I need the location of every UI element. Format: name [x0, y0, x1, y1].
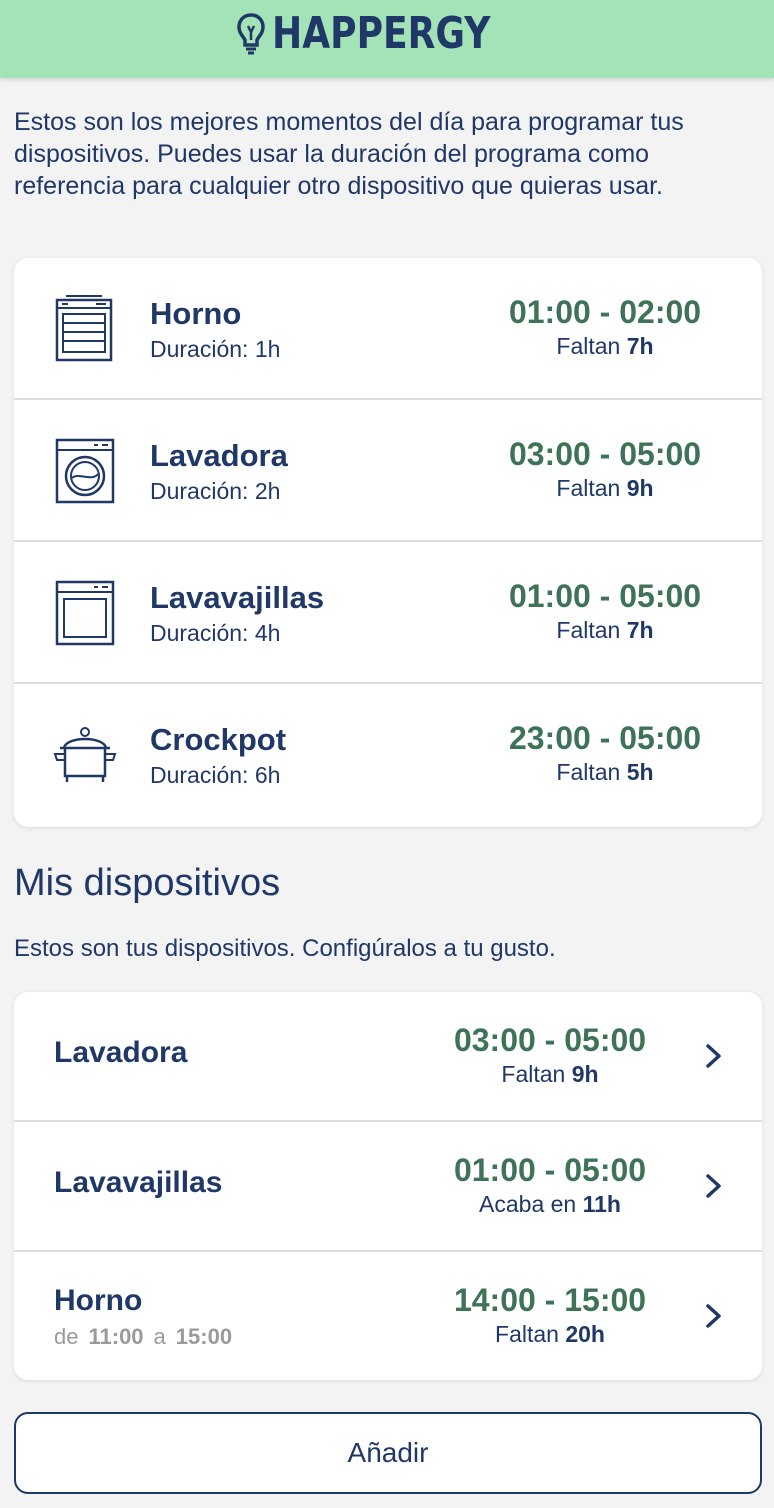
recommendation-row: Crockpot Duración: 6h 23:00 - 05:00 Falt… — [14, 684, 762, 826]
device-name: Lavavajillas — [54, 1166, 223, 1199]
time-range: 14:00 - 15:00 — [453, 1282, 647, 1318]
device-row[interactable]: Lavadora 03:00 - 05:00 Faltan 9h — [14, 992, 762, 1122]
time-range: 23:00 - 05:00 — [508, 720, 702, 756]
oven-icon — [55, 295, 113, 362]
recommendation-row: Lavadora Duración: 2h 03:00 - 05:00 Falt… — [14, 400, 762, 542]
time-slot: 23:00 - 05:00 Faltan 5h — [485, 720, 725, 786]
time-remaining: Faltan 7h — [556, 617, 654, 643]
time-remaining: Faltan 7h — [556, 333, 654, 359]
recommendations-card: Horno Duración: 1h 01:00 - 02:00 Faltan … — [14, 258, 762, 827]
device-row[interactable]: Lavavajillas 01:00 - 05:00 Acaba en 11h — [14, 1122, 762, 1252]
time-slot: 01:00 - 05:00 Acaba en 11h — [430, 1152, 670, 1218]
app-logo: HAPPERGY — [236, 12, 538, 56]
time-range: 01:00 - 05:00 — [508, 578, 702, 614]
time-range: 01:00 - 05:00 — [453, 1152, 647, 1188]
chevron-right-icon[interactable] — [702, 1300, 726, 1332]
device-duration: Duración: 2h — [150, 478, 281, 504]
recommendation-row: Horno Duración: 1h 01:00 - 02:00 Faltan … — [14, 258, 762, 400]
time-slot: 03:00 - 05:00 Faltan 9h — [430, 1022, 670, 1088]
time-remaining: Faltan 9h — [501, 1061, 599, 1087]
chevron-right-icon[interactable] — [702, 1040, 726, 1072]
time-slot: 01:00 - 05:00 Faltan 7h — [485, 578, 725, 644]
section-title: Mis dispositivos — [14, 862, 281, 904]
time-slot: 01:00 - 02:00 Faltan 7h — [485, 294, 725, 360]
device-duration: Duración: 4h — [150, 620, 281, 646]
dishwasher-icon — [55, 580, 115, 646]
time-range: 03:00 - 05:00 — [508, 436, 702, 472]
section-subtitle: Estos son tus dispositivos. Configúralos… — [14, 935, 556, 962]
app-header: HAPPERGY — [0, 0, 774, 78]
device-name: Horno — [54, 1284, 143, 1317]
device-name: Lavadora — [150, 438, 288, 473]
time-slot: 14:00 - 15:00 Faltan 20h — [430, 1282, 670, 1348]
recommendation-row: Lavavajillas Duración: 4h 01:00 - 05:00 … — [14, 542, 762, 684]
intro-text: Estos son los mejores momentos del día p… — [14, 108, 684, 200]
time-remaining: Faltan 20h — [495, 1321, 605, 1347]
time-remaining: Faltan 5h — [556, 759, 654, 785]
device-name: Horno — [150, 296, 242, 331]
add-device-button[interactable]: Añadir — [14, 1412, 762, 1494]
device-name: Lavavajillas — [150, 580, 325, 615]
device-name: Lavadora — [54, 1036, 188, 1069]
device-row[interactable]: Horno de 11:00 a 15:00 14:00 - 15:00 Faltan… — [14, 1252, 762, 1380]
time-slot: 03:00 - 05:00 Faltan 9h — [485, 436, 725, 502]
crockpot-icon — [53, 727, 117, 782]
logo-text: HAPPERGY — [271, 8, 491, 59]
device-name: Crockpot — [150, 722, 287, 757]
time-range: 01:00 - 02:00 — [508, 294, 702, 330]
device-duration: Duración: 1h — [150, 336, 281, 362]
time-remaining: Faltan 9h — [556, 475, 654, 501]
time-range: 03:00 - 05:00 — [453, 1022, 647, 1058]
time-remaining: Acaba en 11h — [479, 1191, 621, 1217]
lightbulb-icon — [237, 13, 265, 55]
washing-machine-icon — [55, 438, 115, 504]
device-duration: Duración: 6h — [150, 762, 281, 788]
device-schedule-range: de 11:00 a 15:00 — [54, 1324, 233, 1349]
my-devices-card: Lavadora 03:00 - 05:00 Faltan 9h Lavavaj… — [14, 992, 762, 1380]
chevron-right-icon[interactable] — [702, 1170, 726, 1202]
